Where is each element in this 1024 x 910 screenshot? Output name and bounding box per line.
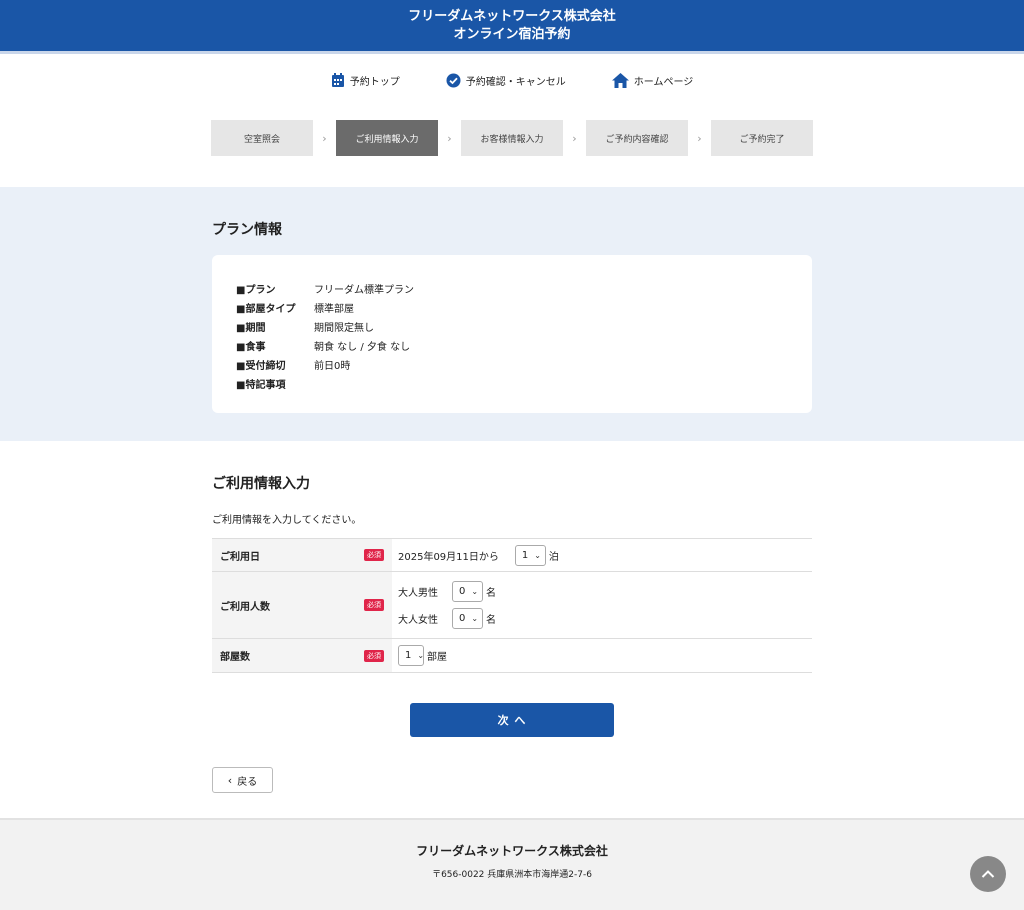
chevron-right-icon: › [322,131,327,145]
step-confirm: ご予約内容確認 [586,120,688,156]
site-footer: フリーダムネットワークス株式会社 〒656-0022 兵庫県洲本市海岸通2-7-… [0,818,1024,910]
date-label: ご利用日 [220,551,260,563]
usage-section: ご利用情報入力 ご利用情報を入力してください。 ご利用日 必須 2025年09月… [0,441,1024,793]
nav-label: ホームページ [633,76,694,88]
plan-row: ■特記事項 [236,374,788,393]
step-availability: 空室照会 [211,120,313,156]
form-label: ご利用日 必須 [212,539,392,571]
step-customer-info: お客様情報入力 [461,120,563,156]
step-complete: ご予約完了 [711,120,813,156]
people-unit: 名 [486,615,496,626]
plan-label: ■特記事項 [236,380,286,391]
nav-label: 予約確認・キャンセル [465,76,566,88]
back-to-top-button[interactable] [970,856,1006,892]
nav-reservation-top[interactable]: 予約トップ [331,72,400,88]
plan-row: ■食事 朝食 なし / 夕食 なし [236,336,788,355]
rooms-select[interactable]: 1 ⌄ [398,645,424,666]
required-badge: 必須 [364,599,384,611]
check-circle-icon [446,73,461,87]
plan-value: フリーダム標準プラン [314,285,414,296]
plan-label: ■期間 [236,323,266,334]
plan-row: ■プラン フリーダム標準プラン [236,279,788,298]
people-label: ご利用人数 [220,601,270,613]
usage-title: ご利用情報入力 [212,476,310,492]
plan-value: 標準部屋 [314,304,354,315]
top-nav: 予約トップ 予約確認・キャンセル ホームページ [0,56,1024,104]
plan-title: プラン情報 [212,222,282,238]
calendar-icon [331,72,344,87]
chevron-down-icon: ⌄ [417,651,425,660]
rooms-unit: 部屋 [427,652,447,663]
plan-label: ■部屋タイプ [236,304,296,315]
usage-description: ご利用情報を入力してください。 [212,515,362,526]
next-button[interactable]: 次 へ [410,703,614,737]
chevron-up-icon [981,870,995,878]
people-unit: 名 [486,588,496,599]
male-label: 大人男性 [398,588,438,599]
chevron-left-icon: ‹ [227,773,233,787]
nav-label: 予約トップ [349,76,400,88]
form-row-date: ご利用日 必須 2025年09月11日から 1 ⌄ 泊 [212,539,812,572]
form-label: ご利用人数 必須 [212,572,392,638]
female-label: 大人女性 [398,615,438,626]
plan-label: ■受付締切 [236,361,286,372]
home-icon [611,72,629,88]
plan-value: 朝食 なし / 夕食 なし [314,342,411,353]
plan-row: ■部屋タイプ 標準部屋 [236,298,788,317]
nights-select[interactable]: 1 ⌄ [514,544,546,566]
plan-card: ■プラン フリーダム標準プラン ■部屋タイプ 標準部屋 ■期間 期間限定無し ■食事 朝… [212,255,812,413]
footer-address: 〒656-0022 兵庫県洲本市海岸通2-7-6 [432,870,592,880]
plan-label: ■プラン [236,285,276,296]
select-value: 0 [459,613,466,624]
progress-steps: 空室照会 › ご利用情報入力 › お客様情報入力 › ご予約内容確認 › ご予約… [0,120,1024,156]
header-subtitle: オンライン宿泊予約 [453,26,571,42]
select-value: 0 [459,586,466,597]
back-button[interactable]: ‹ 戻る [212,767,273,793]
form-label: 部屋数 必須 [212,639,392,672]
site-header: フリーダムネットワークス株式会社 オンライン宿泊予約 [0,0,1024,54]
plan-value: 期間限定無し [314,323,374,334]
form-row-people: ご利用人数 必須 大人男性 0 ⌄ 名 大人女性 0 ⌄ 名 [212,572,812,639]
female-count-select[interactable]: 0 ⌄ [452,608,483,629]
header-company: フリーダムネットワークス株式会社 [408,8,616,24]
required-badge: 必須 [364,649,384,662]
select-value: 1 [521,549,529,561]
footer-company: フリーダムネットワークス株式会社 [416,844,608,858]
rooms-label: 部屋数 [220,652,250,663]
select-value: 1 [405,650,412,661]
plan-row: ■受付締切 前日0時 [236,355,788,374]
nav-homepage[interactable]: ホームページ [611,72,694,88]
chevron-right-icon: › [447,131,452,145]
back-label: 戻る [237,776,258,788]
usage-form: ご利用日 必須 2025年09月11日から 1 ⌄ 泊 ご利用人数 必須 大人男… [212,538,812,673]
male-count-select[interactable]: 0 ⌄ [452,581,483,602]
form-row-rooms: 部屋数 必須 1 ⌄ 部屋 [212,639,812,673]
plan-label: ■食事 [236,342,266,353]
nights-unit: 泊 [548,551,559,563]
nav-confirm-cancel[interactable]: 予約確認・キャンセル [446,73,566,88]
required-badge: 必須 [364,549,384,561]
chevron-down-icon: ⌄ [534,550,541,560]
step-usage-info: ご利用情報入力 [336,120,438,156]
plan-row: ■期間 期間限定無し [236,317,788,336]
chevron-down-icon: ⌄ [471,587,479,596]
plan-value: 前日0時 [314,361,351,372]
date-text: 2025年09月11日から [398,551,499,563]
plan-section: プラン情報 ■プラン フリーダム標準プラン ■部屋タイプ 標準部屋 ■期間 期間限定無… [0,187,1024,441]
chevron-down-icon: ⌄ [471,614,479,623]
chevron-right-icon: › [697,131,702,145]
chevron-right-icon: › [572,131,577,145]
